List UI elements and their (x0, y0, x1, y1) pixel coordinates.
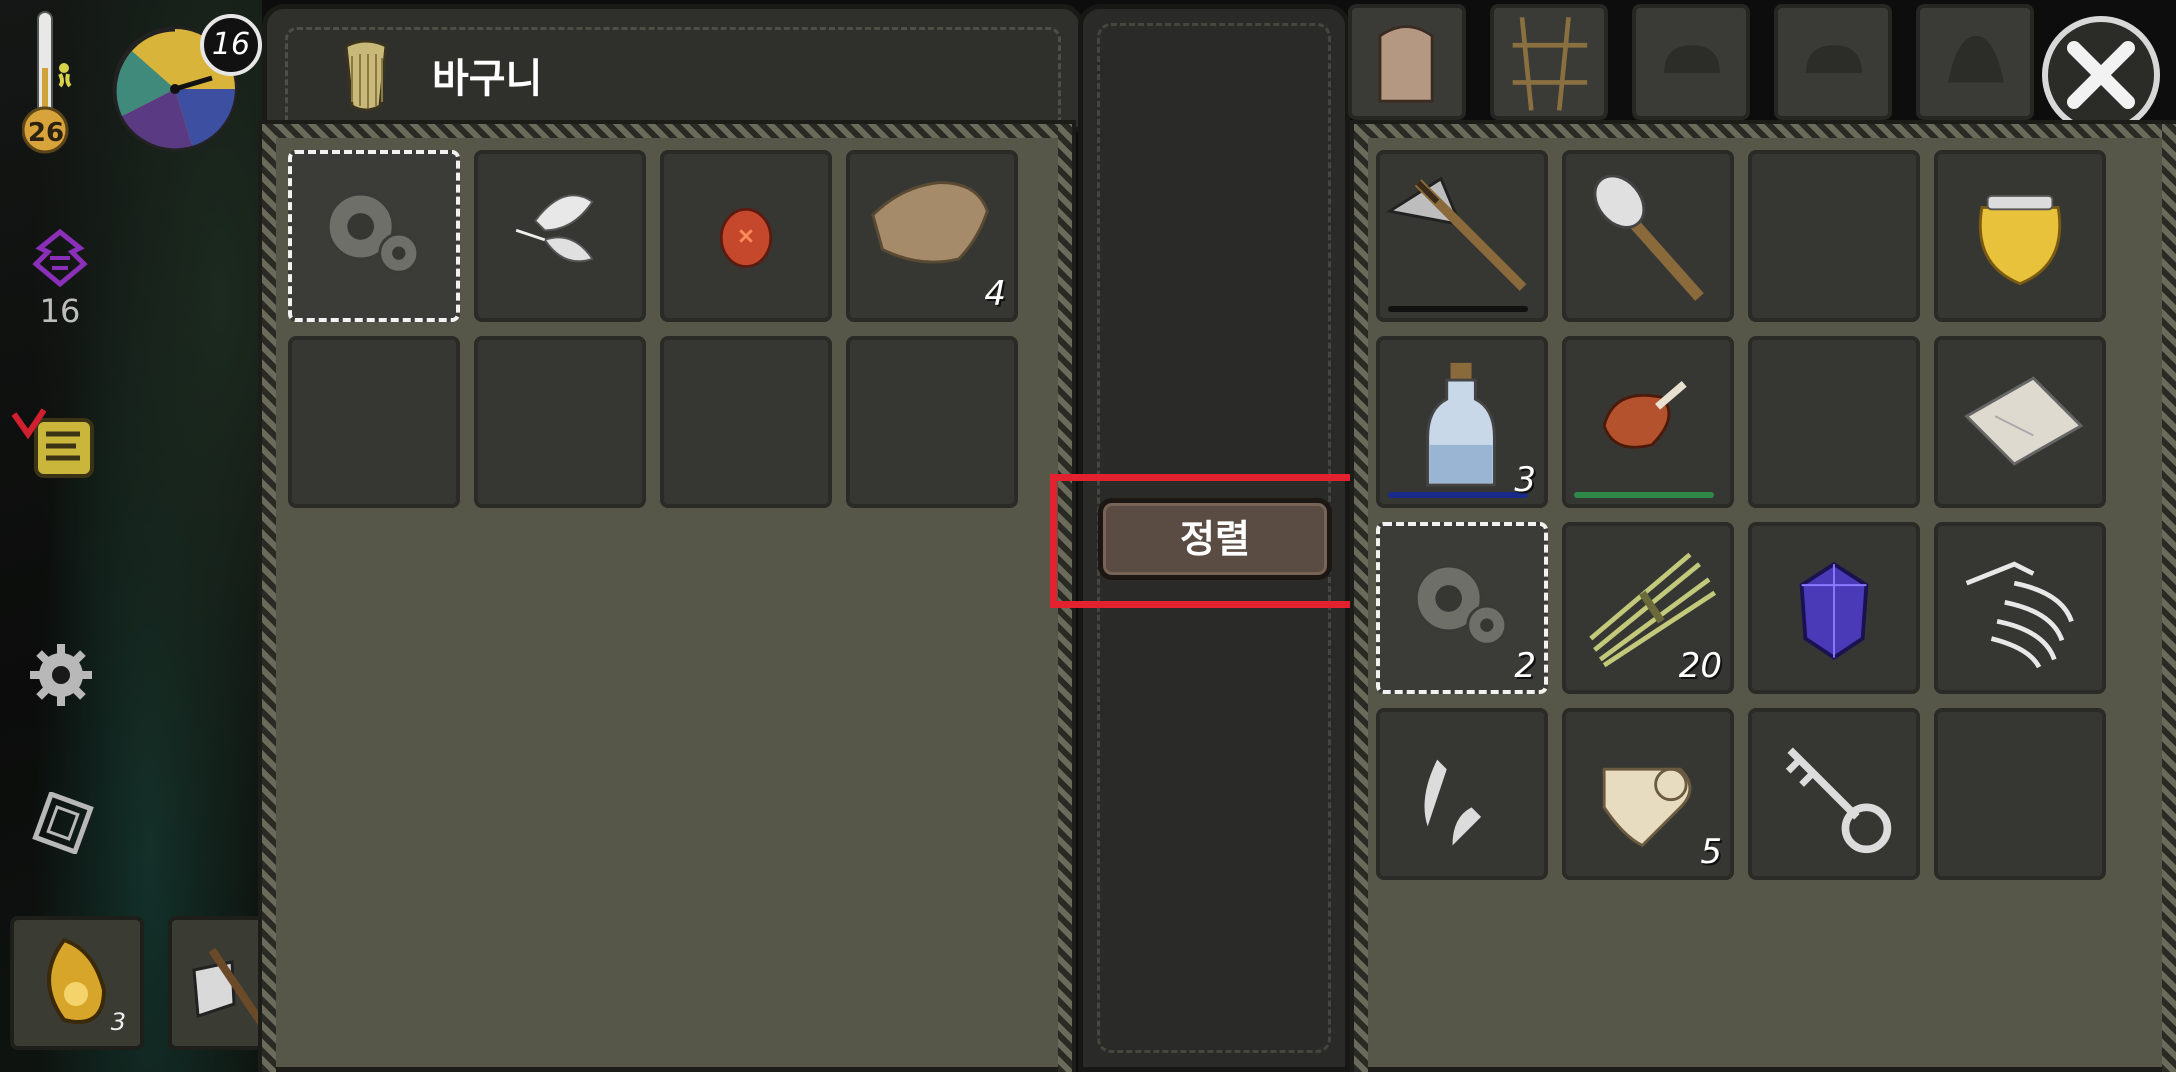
container-slot[interactable] (474, 336, 646, 508)
container-border-left (262, 124, 276, 1072)
sanity-value: 16 (39, 292, 81, 330)
inventory-slot[interactable]: 5 (1562, 708, 1734, 880)
inventory-slot[interactable] (1934, 336, 2106, 508)
day-counter: 16 (200, 14, 262, 76)
item-count: 5 (1700, 832, 1722, 872)
bird-skeleton-icon (1965, 561, 2074, 669)
container-title: 바구니 (432, 56, 543, 102)
helmet-icon (1664, 45, 1720, 74)
sanity-icon (32, 228, 88, 288)
item-count: 4 (984, 274, 1006, 314)
container-border-top (262, 124, 1072, 138)
durability-bar (1388, 306, 1528, 312)
inventory-slot[interactable]: 2 (1376, 522, 1548, 694)
quick-slot-axe[interactable] (168, 916, 270, 1050)
close-icon (2067, 41, 2135, 109)
inventory-slot[interactable] (1748, 150, 1920, 322)
inventory-slot[interactable] (1748, 708, 1920, 880)
durability-bar (1574, 492, 1714, 498)
inventory-slot[interactable] (1376, 150, 1548, 322)
item-count: 2 (1514, 646, 1536, 686)
settings-gear-icon[interactable] (28, 642, 94, 708)
crafting-frame-icon (1512, 17, 1588, 111)
inventory-slot[interactable] (1376, 708, 1548, 880)
inventory-slot[interactable] (1748, 336, 1920, 508)
equip-tab-backpack[interactable] (1348, 4, 1466, 120)
durability-bar (1388, 492, 1528, 498)
armor-icon (1948, 35, 2004, 83)
quick-slot-count: 3 (110, 1008, 126, 1036)
sort-button[interactable]: 정렬 (1098, 498, 1332, 580)
equip-tab-armor[interactable] (1916, 4, 2034, 120)
stone-axe-icon (192, 947, 270, 1033)
inventory-slot[interactable] (1562, 336, 1734, 508)
close-button[interactable] (2042, 16, 2160, 134)
quick-slot-lantern[interactable]: 3 (10, 916, 144, 1050)
inventory-slot[interactable] (1562, 150, 1734, 322)
inventory-slot[interactable]: 3 (1376, 336, 1548, 508)
equip-tab-helmet[interactable] (1632, 4, 1750, 120)
stone-axe-icon (1385, 176, 1527, 291)
quest-scroll-icon[interactable] (10, 408, 100, 488)
key-icon (1785, 747, 1892, 854)
container-slot[interactable] (288, 150, 460, 322)
inventory-slot[interactable] (1934, 708, 2106, 880)
crystal-icon (1799, 561, 1869, 660)
container-slot[interactable] (660, 150, 832, 322)
temperature-value: 26 (27, 118, 65, 148)
hud-background (0, 0, 262, 1072)
equip-tab-crafting-frame[interactable] (1490, 4, 1608, 120)
helmet-icon (1806, 45, 1862, 74)
torch-icon (1593, 174, 1704, 301)
inventory-slot[interactable] (1934, 522, 2106, 694)
container-slot[interactable]: 4 (846, 150, 1018, 322)
inventory-slot[interactable] (1748, 522, 1920, 694)
inventory-slot[interactable] (1934, 150, 2106, 322)
film-strip-icon[interactable] (32, 792, 94, 854)
claw-icon (1424, 759, 1482, 846)
item-count: 3 (1514, 460, 1536, 500)
equip-tab-helmet[interactable] (1774, 4, 1892, 120)
inventory-border-right (2162, 124, 2176, 1072)
container-slot[interactable] (474, 150, 646, 322)
gear-icon (326, 192, 420, 274)
meat-icon (1602, 380, 1687, 449)
inventory-border-left (1354, 124, 1368, 1072)
backpack-icon (1378, 25, 1434, 103)
basket-icon (344, 39, 388, 112)
honey-pot-icon (1978, 195, 2062, 286)
container-slot[interactable] (288, 336, 460, 508)
container-slot[interactable] (846, 336, 1018, 508)
cloth-icon (1964, 376, 2084, 466)
container-slot[interactable] (660, 336, 832, 508)
red-seed-icon (719, 207, 773, 268)
item-count: 20 (1678, 646, 1722, 686)
inventory-slot[interactable]: 20 (1562, 522, 1734, 694)
feather-icon (515, 194, 594, 263)
inventory-border-top (1354, 124, 2176, 138)
